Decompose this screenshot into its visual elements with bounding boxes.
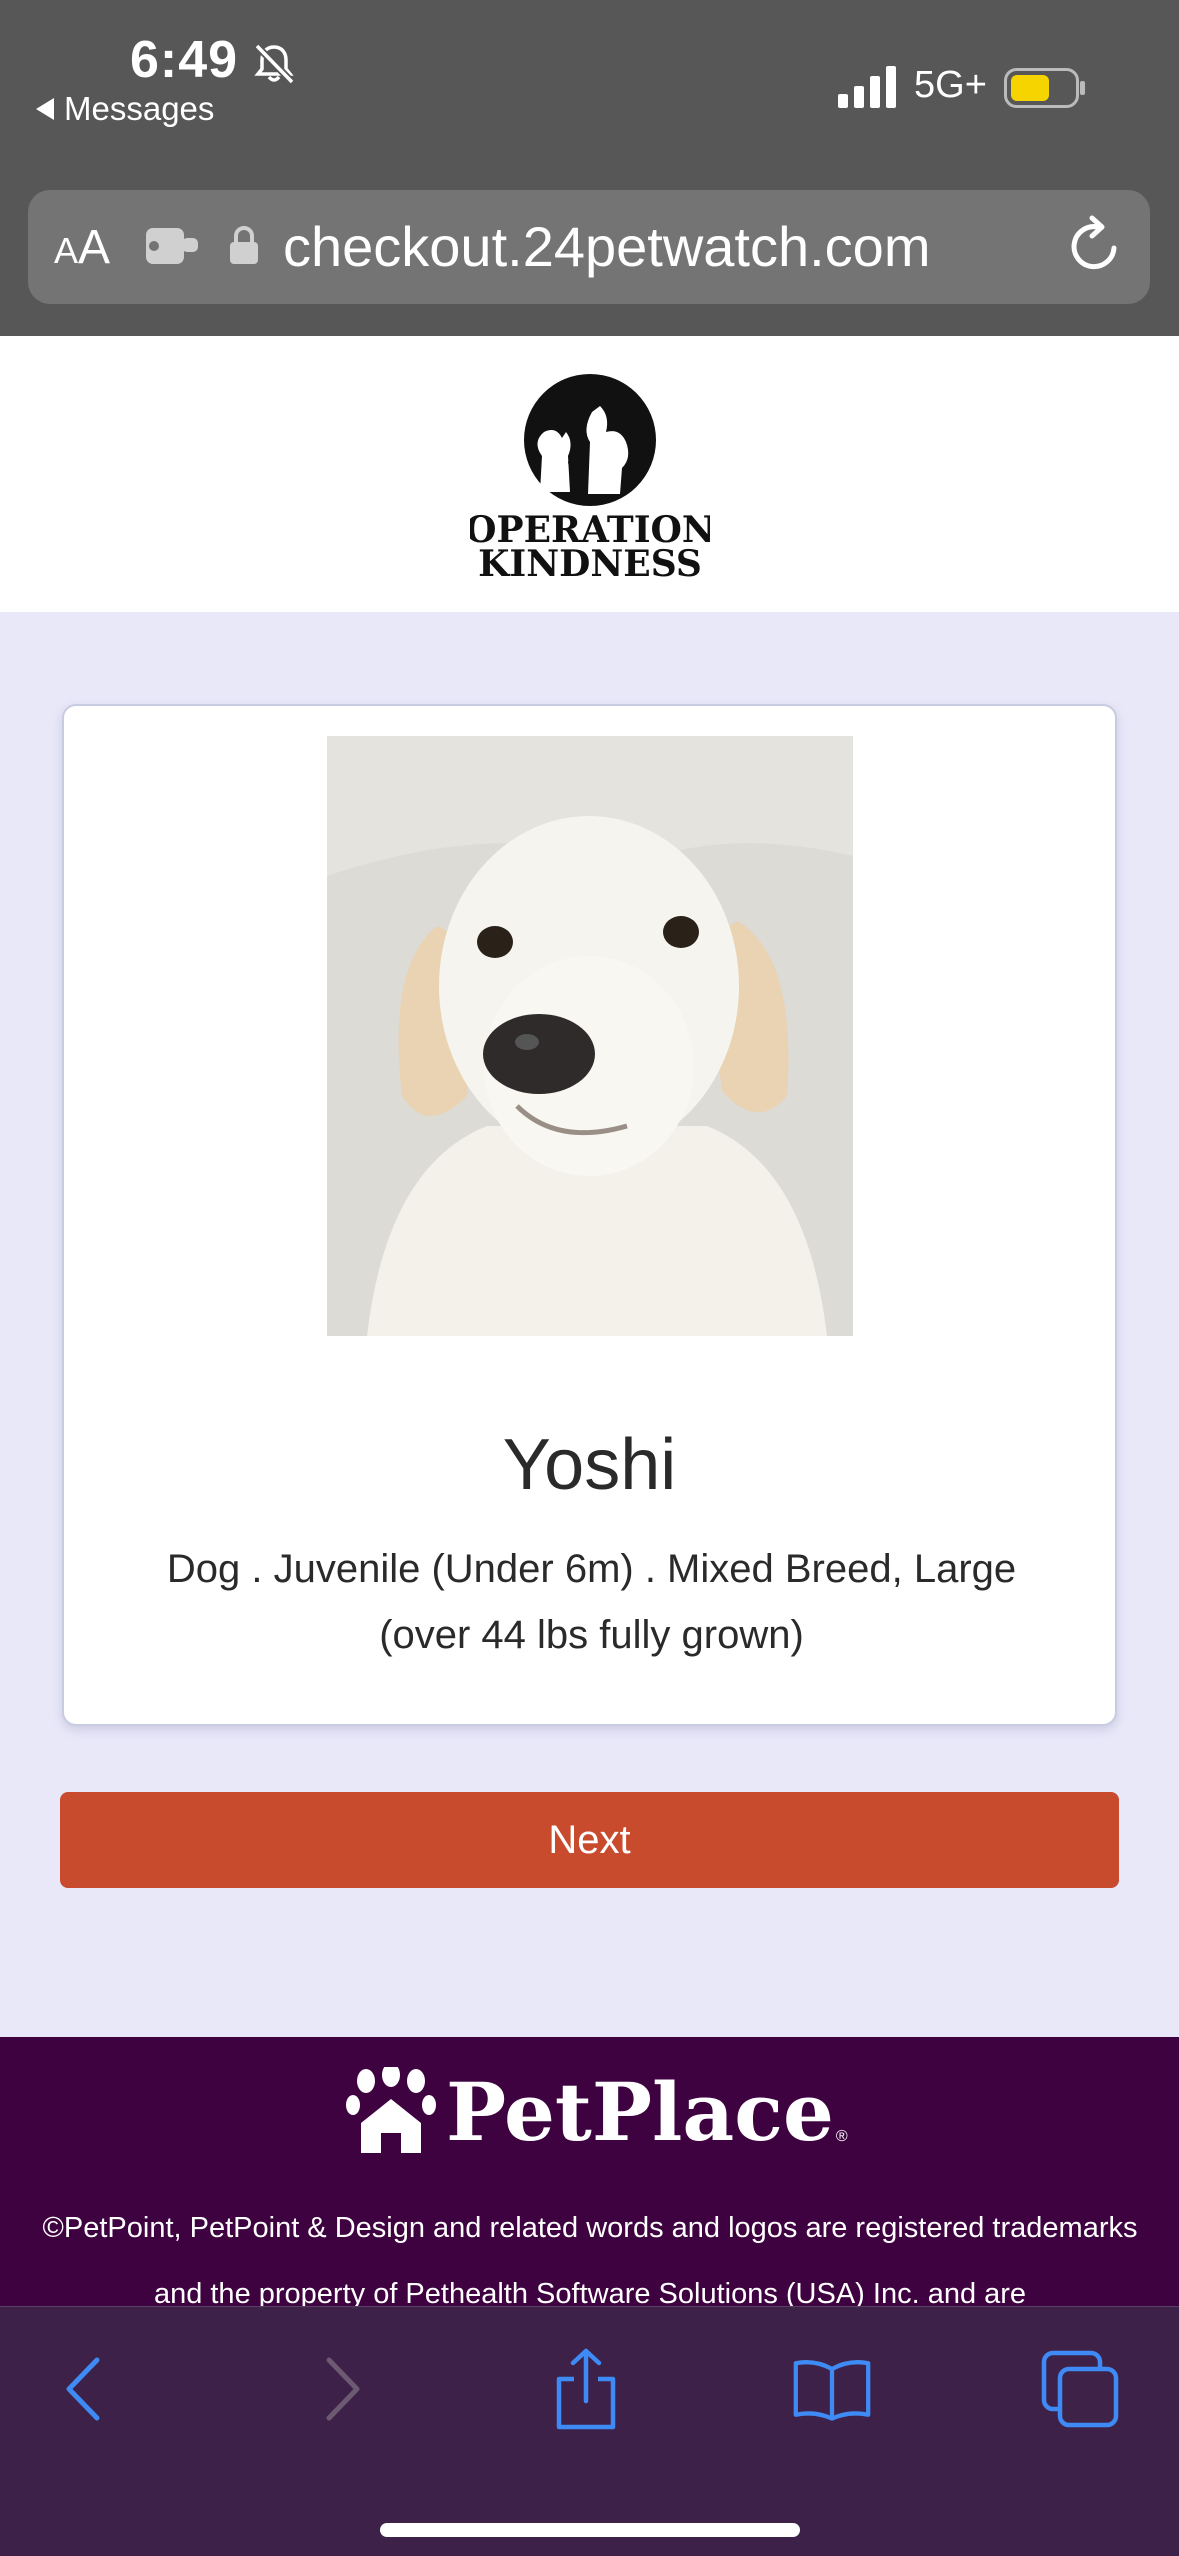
logo-line2: KINDNESS [478, 543, 702, 582]
forward-button[interactable] [302, 2349, 382, 2429]
url-text: checkout.24petwatch.com [283, 215, 931, 278]
forward-icon [326, 2357, 360, 2421]
reader-options-button[interactable]: A A [54, 220, 110, 275]
petplace-logo[interactable]: PetPlace ® [346, 2065, 848, 2159]
back-to-app-link[interactable]: Messages [36, 90, 214, 128]
share-icon [556, 2348, 616, 2430]
share-button[interactable] [546, 2348, 626, 2430]
extension-icon[interactable] [144, 224, 202, 268]
dog-illustration [327, 736, 853, 1336]
lock-icon [230, 226, 258, 264]
back-app-label: Messages [64, 90, 215, 127]
page-header: OPERATION KINDNESS [0, 336, 1179, 612]
status-time: 6:49 [130, 31, 239, 89]
signal-icon [838, 66, 896, 108]
home-indicator [380, 2523, 800, 2537]
brand-name: PetPlace [446, 2065, 834, 2159]
pet-card: Yoshi Dog . Juvenile (Under 6m) . Mixed … [62, 704, 1117, 1726]
pet-photo [327, 736, 853, 1336]
battery-icon [1004, 68, 1085, 108]
bell-slash-icon [254, 43, 295, 85]
paw-icon [346, 2067, 436, 2153]
bookmarks-button[interactable] [792, 2349, 872, 2429]
pet-description: Dog . Juvenile (Under 6m) . Mixed Breed,… [166, 1547, 1017, 1657]
registered-mark: ® [835, 2128, 848, 2145]
address-bar[interactable]: A A checkout.24petwatch.com [28, 190, 1150, 304]
operation-kindness-logo[interactable]: OPERATION KINDNESS [470, 372, 710, 582]
next-button[interactable]: Next [60, 1792, 1119, 1888]
network-label: 5G+ [914, 64, 987, 106]
tabs-icon [1041, 2350, 1119, 2428]
browser-chrome: 6:49 Messages 5G+ A A checkout.24petwatc… [0, 0, 1179, 336]
back-icon [66, 2357, 100, 2421]
bookmarks-icon [793, 2360, 871, 2421]
tabs-button[interactable] [1040, 2349, 1120, 2429]
pet-name: Yoshi [502, 1425, 677, 1505]
browser-toolbar [0, 2306, 1179, 2556]
reload-icon[interactable] [1062, 214, 1126, 278]
back-button[interactable] [44, 2349, 124, 2429]
back-triangle-icon [36, 98, 54, 120]
